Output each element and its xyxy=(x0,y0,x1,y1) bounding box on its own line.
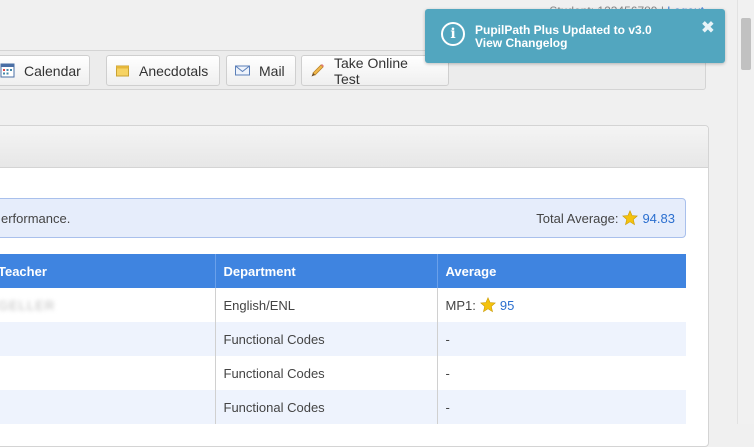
star-icon xyxy=(479,297,496,313)
department-cell: Functional Codes xyxy=(215,356,438,390)
teacher-name-blurred: GELLER xyxy=(0,297,56,313)
table-row: Functional Codes - xyxy=(0,390,686,424)
performance-text: erformance. xyxy=(1,211,71,226)
star-icon xyxy=(622,210,639,226)
view-changelog-link[interactable]: View Changelog xyxy=(475,36,567,50)
anecdotals-label: Anecdotals xyxy=(139,62,209,79)
column-header-average[interactable]: Average xyxy=(437,254,686,288)
teacher-cell: GELLER xyxy=(0,288,216,322)
calendar-label: Calendar xyxy=(24,62,81,79)
panel-header xyxy=(0,126,708,168)
average-value-link[interactable]: 95 xyxy=(500,298,514,313)
average-cell: MP1: 95 xyxy=(437,288,686,322)
mail-button[interactable]: Mail xyxy=(226,55,296,86)
average-cell: - xyxy=(437,356,686,390)
department-cell: Functional Codes xyxy=(215,322,438,356)
total-average-value[interactable]: 94.83 xyxy=(642,211,675,226)
mail-icon xyxy=(235,63,250,78)
table-row: Functional Codes - xyxy=(0,322,686,356)
column-header-teacher[interactable]: Teacher xyxy=(0,254,216,288)
teacher-cell xyxy=(0,390,216,424)
pencil-icon xyxy=(310,63,325,78)
table-header-row: Teacher Department Average xyxy=(0,254,686,288)
average-cell: - xyxy=(437,390,686,424)
department-cell: Functional Codes xyxy=(215,390,438,424)
column-header-department[interactable]: Department xyxy=(215,254,438,288)
grades-table: Teacher Department Average GELLER Englis… xyxy=(0,254,686,424)
teacher-cell xyxy=(0,356,216,390)
update-notification-toast: i PupilPath Plus Updated to v3.0 View Ch… xyxy=(425,9,725,63)
average-cell: - xyxy=(437,322,686,356)
teacher-cell xyxy=(0,322,216,356)
marking-period-label: MP1: xyxy=(445,297,476,313)
total-average-label: Total Average: xyxy=(536,210,619,226)
table-row: Functional Codes - xyxy=(0,356,686,390)
anecdotals-button[interactable]: Anecdotals xyxy=(106,55,220,86)
calendar-button[interactable]: Calendar xyxy=(0,55,90,86)
total-average: Total Average: 94.83 xyxy=(536,210,675,226)
table-row: GELLER English/ENL MP1: 95 xyxy=(0,288,686,322)
info-icon: i xyxy=(441,22,465,46)
close-icon[interactable]: ✖ xyxy=(701,18,715,38)
vertical-scrollbar[interactable] xyxy=(737,0,754,424)
mail-label: Mail xyxy=(259,62,285,79)
calendar-icon xyxy=(0,63,15,78)
department-cell: English/ENL xyxy=(215,288,438,322)
performance-info-bar: erformance. Total Average: 94.83 xyxy=(0,198,686,238)
take-online-test-label: Take Online Test xyxy=(334,54,408,87)
toast-title: PupilPath Plus Updated to v3.0 xyxy=(475,23,652,37)
note-icon xyxy=(115,63,130,78)
scrollbar-thumb[interactable] xyxy=(741,18,751,70)
